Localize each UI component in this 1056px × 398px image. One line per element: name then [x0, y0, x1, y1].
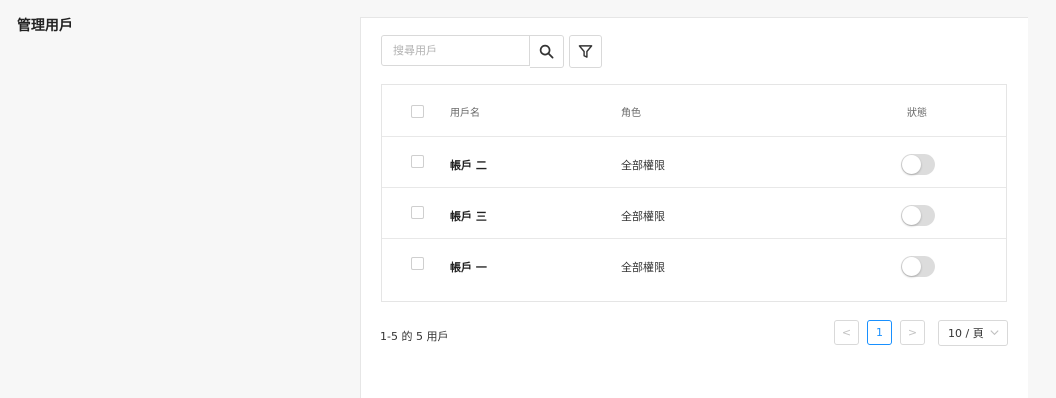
row-checkbox[interactable]: [411, 257, 424, 270]
toggle-knob: [902, 155, 921, 174]
status-toggle[interactable]: [901, 205, 935, 226]
page-1-button[interactable]: 1: [867, 320, 892, 345]
search-field[interactable]: [381, 35, 530, 66]
user-role: 全部權限: [621, 159, 665, 172]
status-toggle[interactable]: [901, 154, 935, 175]
search-button[interactable]: [530, 35, 564, 68]
toolbar: [381, 35, 602, 68]
toggle-knob: [902, 206, 921, 225]
status-toggle[interactable]: [901, 256, 935, 277]
filter-button[interactable]: [569, 35, 602, 68]
page-title: 管理用戶: [17, 18, 73, 34]
user-role: 全部權限: [621, 210, 665, 223]
page-size-label: 10 / 頁: [948, 327, 984, 340]
page-number: 1: [876, 326, 883, 339]
column-header-role: 角色: [621, 108, 641, 119]
page-size-select[interactable]: 10 / 頁: [938, 320, 1008, 346]
users-panel: 用戶名 角色 狀態 帳戶 二 全部權限 帳戶 三 全部權限 帳戶 一 全部權限 …: [360, 17, 1028, 398]
toggle-knob: [902, 257, 921, 276]
result-count: 1-5 的 5 用戶: [380, 330, 449, 343]
chevron-right-icon: >: [907, 326, 918, 339]
prev-page-button[interactable]: <: [834, 320, 859, 345]
chevron-down-icon: [990, 330, 999, 336]
table-row[interactable]: 帳戶 三 全部權限: [382, 187, 1006, 239]
row-checkbox[interactable]: [411, 206, 424, 219]
table-row[interactable]: 帳戶 二 全部權限: [382, 136, 1006, 188]
user-name: 帳戶 二: [450, 159, 487, 172]
users-table: 用戶名 角色 狀態 帳戶 二 全部權限 帳戶 三 全部權限 帳戶 一 全部權限: [381, 84, 1007, 302]
next-page-button[interactable]: >: [900, 320, 925, 345]
user-role: 全部權限: [621, 261, 665, 274]
table-row[interactable]: 帳戶 一 全部權限: [382, 238, 1006, 289]
column-header-name: 用戶名: [450, 108, 480, 119]
chevron-left-icon: <: [841, 326, 852, 339]
user-name: 帳戶 三: [450, 210, 487, 223]
filter-icon: [578, 45, 593, 58]
search-input[interactable]: [391, 43, 529, 58]
row-checkbox[interactable]: [411, 155, 424, 168]
user-name: 帳戶 一: [450, 261, 487, 274]
search-icon: [539, 44, 554, 59]
table-header-row: 用戶名 角色 狀態: [382, 85, 1006, 137]
column-header-status: 狀態: [907, 108, 927, 119]
select-all-checkbox[interactable]: [411, 105, 424, 118]
